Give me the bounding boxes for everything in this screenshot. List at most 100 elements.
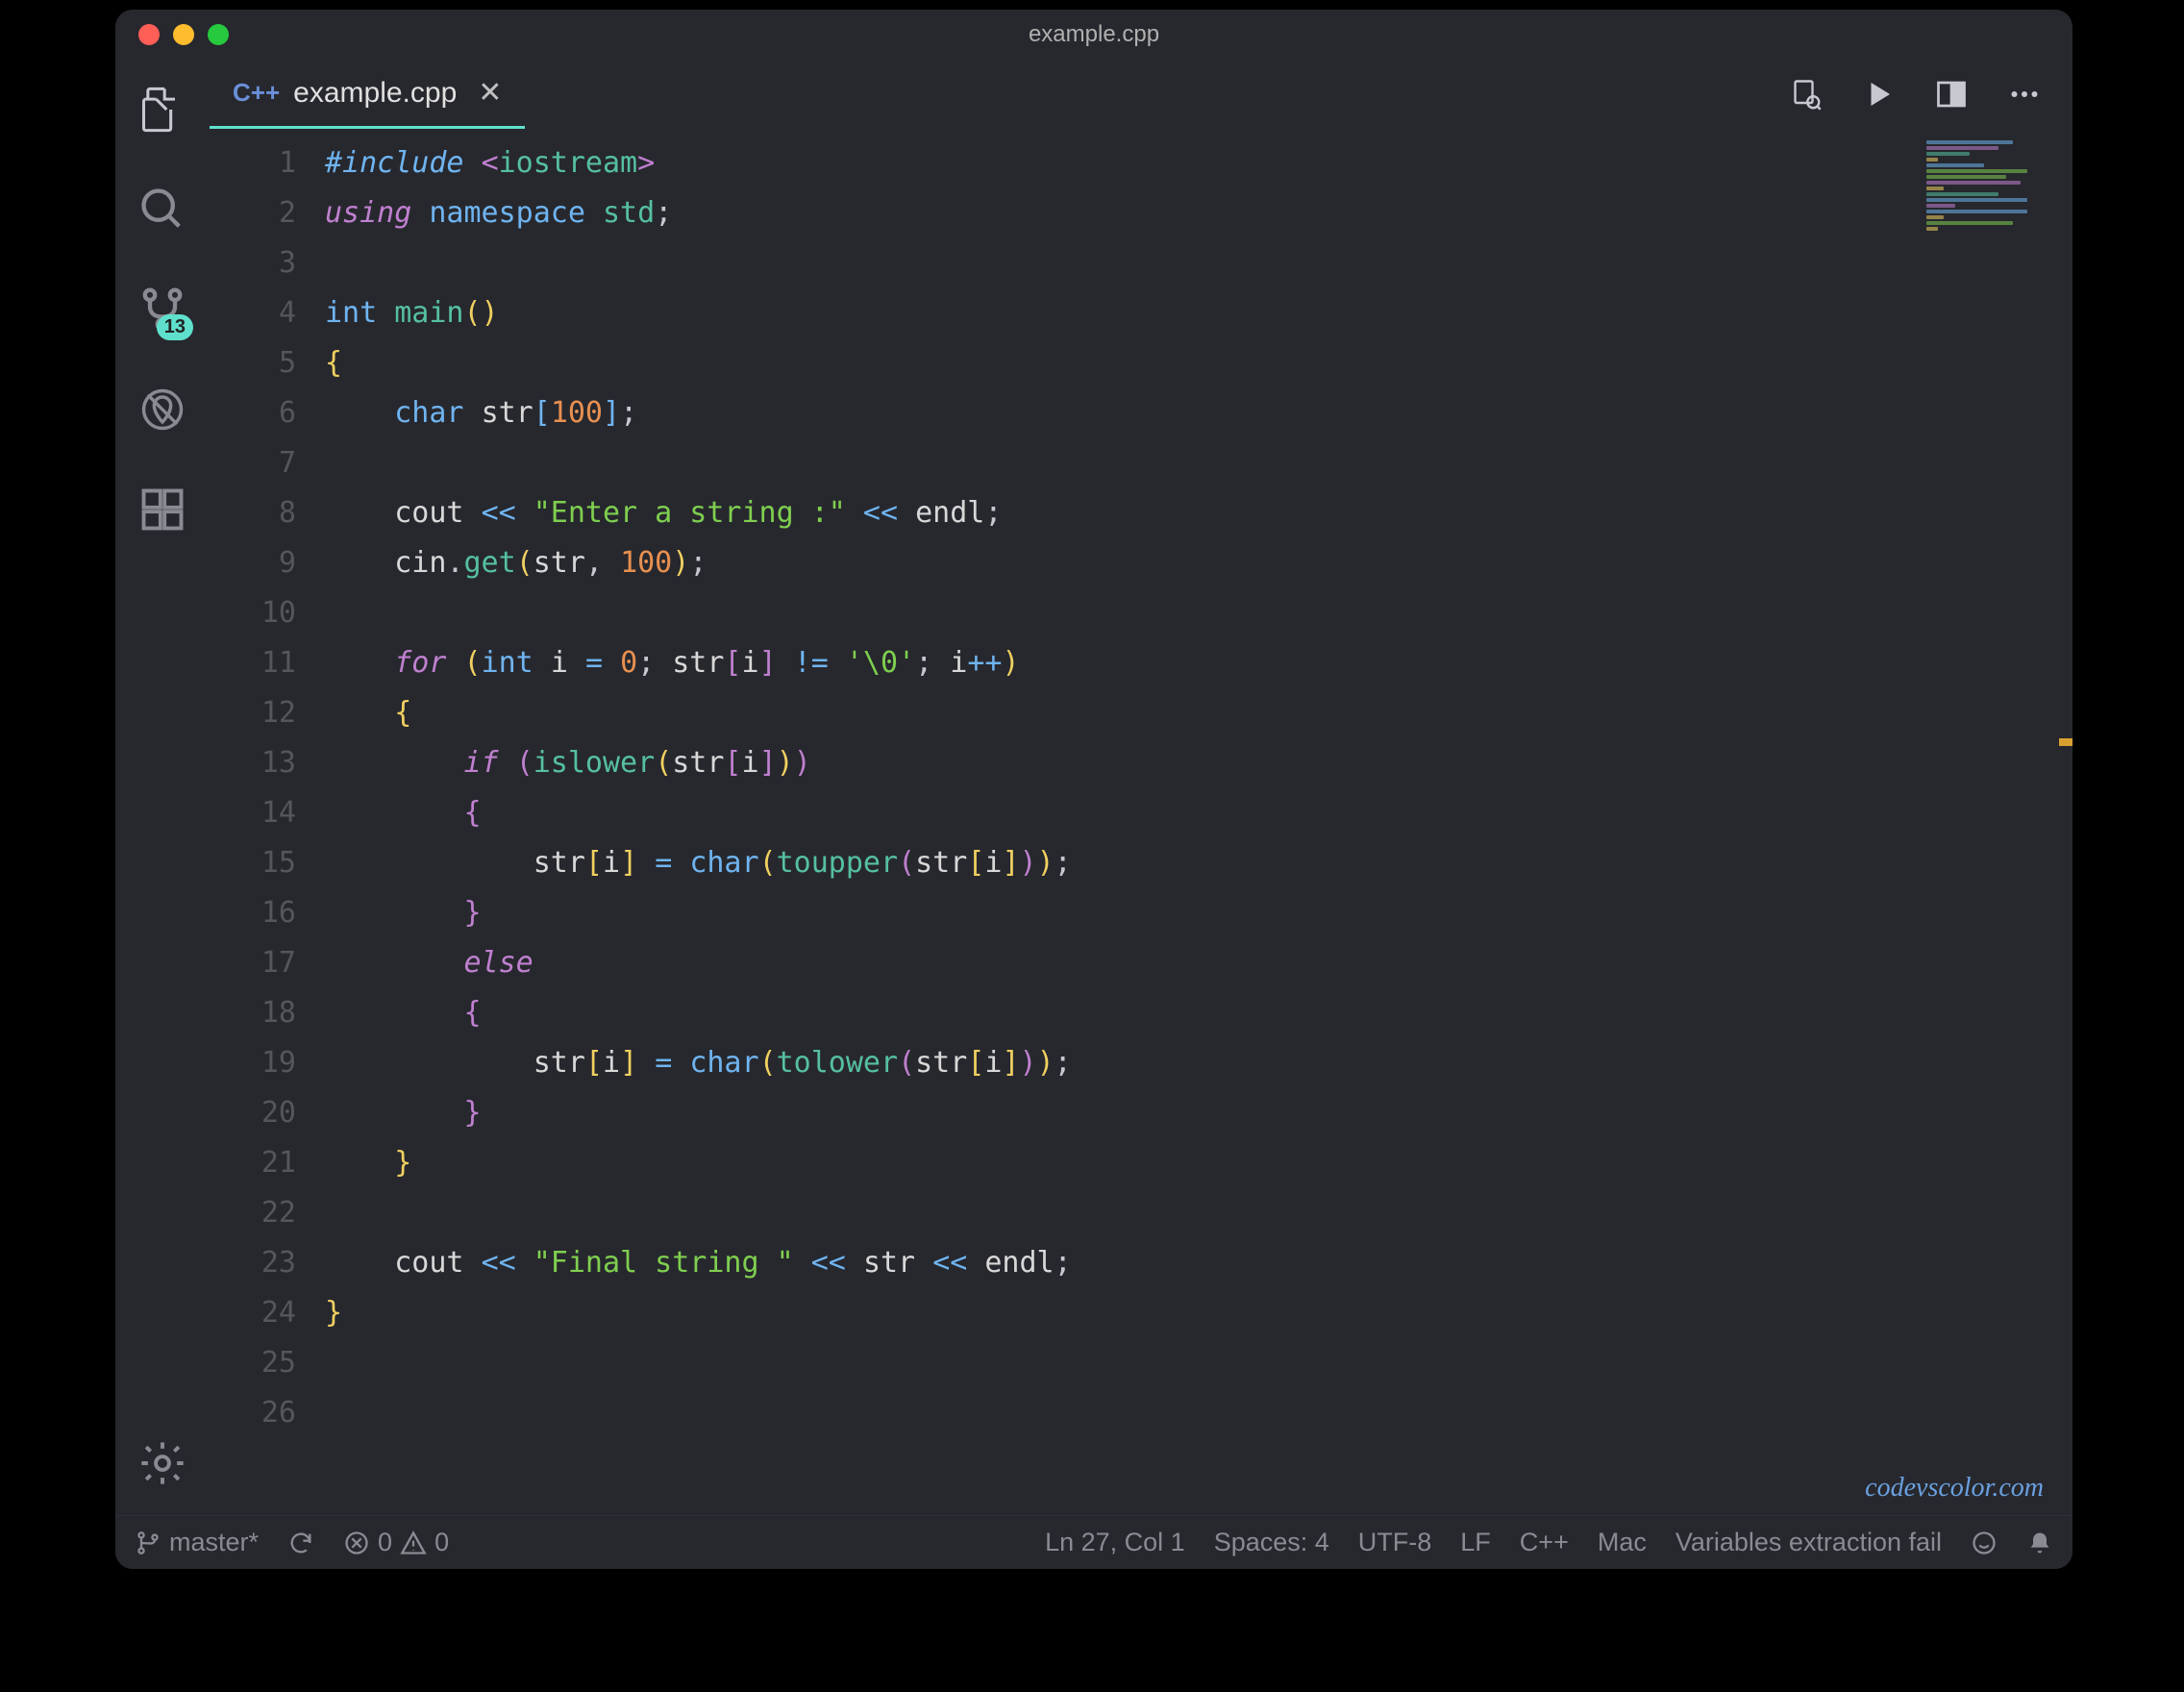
line-number: 14 [210,788,296,838]
tab-lang-icon: C++ [233,78,280,108]
more-actions-icon[interactable] [2005,75,2044,113]
tab-example-cpp[interactable]: C++ example.cpp ✕ [210,60,525,129]
debug-icon[interactable] [137,385,187,435]
minimize-window-button[interactable] [173,24,194,45]
line-number: 23 [210,1238,296,1288]
status-eol[interactable]: LF [1460,1528,1491,1557]
code-line[interactable]: } [325,1088,2072,1138]
scm-badge: 13 [157,314,193,340]
code-line[interactable]: cout << "Final string " << str << endl; [325,1238,2072,1288]
status-feedback-icon[interactable] [1971,1530,1998,1556]
status-encoding[interactable]: UTF-8 [1358,1528,1432,1557]
line-number: 25 [210,1338,296,1388]
code-line[interactable]: } [325,1288,2072,1338]
code-line[interactable] [325,238,2072,288]
maximize-window-button[interactable] [208,24,229,45]
status-warnings-count: 0 [434,1528,449,1557]
status-os[interactable]: Mac [1598,1528,1647,1557]
tab-filename: example.cpp [293,77,457,110]
line-number: 5 [210,338,296,388]
status-branch-label: master* [169,1528,259,1557]
code-line[interactable]: str[i] = char(tolower(str[i])); [325,1038,2072,1088]
status-branch[interactable]: master* [135,1528,259,1557]
code-line[interactable] [325,1188,2072,1238]
code-content[interactable]: #include <iostream>using namespace std; i… [325,138,2072,1515]
line-number: 10 [210,588,296,638]
line-number: 12 [210,688,296,738]
code-line[interactable]: } [325,1138,2072,1188]
scroll-marker [2059,738,2072,746]
run-icon[interactable] [1859,75,1898,113]
line-number: 3 [210,238,296,288]
status-indentation[interactable]: Spaces: 4 [1214,1528,1329,1557]
watermark: codevscolor.com [1865,1473,2044,1504]
traffic-lights [115,24,229,45]
line-number: 17 [210,938,296,988]
line-number: 13 [210,738,296,788]
code-line[interactable]: cin.get(str, 100); [325,538,2072,588]
code-line[interactable] [325,1388,2072,1438]
status-cursor[interactable]: Ln 27, Col 1 [1045,1528,1185,1557]
line-number: 18 [210,988,296,1038]
code-line[interactable] [325,588,2072,638]
window-title: example.cpp [1029,21,1159,48]
line-number: 8 [210,488,296,538]
minimap[interactable] [1923,138,2067,254]
settings-icon[interactable] [137,1438,187,1488]
code-editor[interactable]: 1234567891011121314151617181920212223242… [210,129,2072,1515]
line-number: 11 [210,638,296,688]
tab-bar: C++ example.cpp ✕ [210,60,2072,129]
line-number-gutter: 1234567891011121314151617181920212223242… [210,138,325,1515]
code-line[interactable] [325,438,2072,488]
code-line[interactable]: } [325,888,2072,938]
code-line[interactable]: int main() [325,288,2072,338]
code-line[interactable]: char str[100]; [325,388,2072,438]
line-number: 16 [210,888,296,938]
activity-bar: 13 [115,60,210,1515]
status-bar: master* 0 0 Ln 27, Col 1 Spaces: 4 UTF-8… [115,1515,2072,1569]
line-number: 19 [210,1038,296,1088]
code-line[interactable]: using namespace std; [325,188,2072,238]
status-sync-icon[interactable] [287,1530,314,1556]
code-line[interactable] [325,1338,2072,1388]
status-problems[interactable]: 0 0 [343,1528,449,1557]
code-line[interactable]: { [325,338,2072,388]
code-line[interactable]: for (int i = 0; str[i] != '\0'; i++) [325,638,2072,688]
line-number: 21 [210,1138,296,1188]
search-icon[interactable] [137,185,187,235]
line-number: 4 [210,288,296,338]
code-line[interactable]: { [325,988,2072,1038]
line-number: 15 [210,838,296,888]
code-line[interactable]: { [325,788,2072,838]
code-line[interactable]: str[i] = char(toupper(str[i])); [325,838,2072,888]
split-editor-icon[interactable] [1932,75,1971,113]
editor-wrap: 1234567891011121314151617181920212223242… [210,129,2072,1515]
line-number: 24 [210,1288,296,1338]
code-line[interactable]: #include <iostream> [325,138,2072,188]
window: example.cpp 13 [115,10,2072,1569]
line-number: 7 [210,438,296,488]
code-line[interactable]: else [325,938,2072,988]
editor-actions [1786,60,2072,129]
source-control-icon[interactable]: 13 [137,285,187,335]
code-line[interactable]: { [325,688,2072,738]
code-line[interactable]: if (islower(str[i])) [325,738,2072,788]
tab-close-icon[interactable]: ✕ [478,76,502,110]
line-number: 2 [210,188,296,238]
open-changes-icon[interactable] [1786,75,1824,113]
extensions-icon[interactable] [137,485,187,535]
status-extra[interactable]: Variables extraction fail [1675,1528,1942,1557]
close-window-button[interactable] [138,24,160,45]
titlebar: example.cpp [115,10,2072,60]
body: 13 C++ example.cpp ✕ [115,60,2072,1515]
line-number: 1 [210,138,296,188]
line-number: 6 [210,388,296,438]
line-number: 9 [210,538,296,588]
line-number: 26 [210,1388,296,1438]
code-line[interactable]: cout << "Enter a string :" << endl; [325,488,2072,538]
status-bell-icon[interactable] [2026,1530,2053,1556]
status-language[interactable]: C++ [1520,1528,1569,1557]
line-number: 20 [210,1088,296,1138]
line-number: 22 [210,1188,296,1238]
explorer-icon[interactable] [137,85,187,135]
